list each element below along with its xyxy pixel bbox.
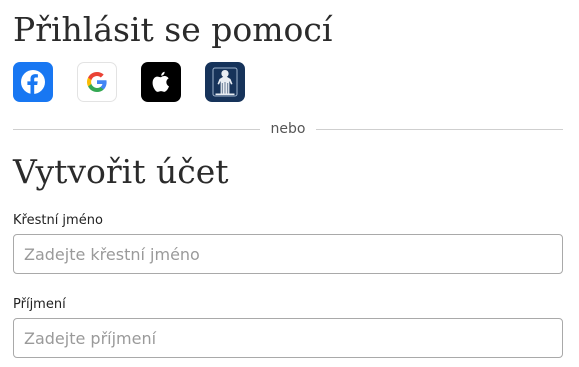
last-name-label: Příjmení: [13, 297, 66, 312]
apple-icon: [152, 71, 169, 92]
google-icon: [87, 72, 107, 92]
first-name-input[interactable]: [13, 234, 563, 274]
apple-login-button[interactable]: [141, 62, 181, 102]
first-name-label: Křestní jméno: [13, 213, 103, 228]
last-name-input[interactable]: [13, 318, 563, 358]
or-divider: nebo: [13, 119, 564, 139]
church-logo-icon: [212, 67, 238, 97]
facebook-icon: [21, 70, 45, 94]
create-account-title: Vytvořit účet: [13, 152, 229, 191]
divider-line-left: [13, 128, 260, 130]
divider-text: nebo: [270, 121, 306, 137]
divider-line-right: [316, 128, 564, 130]
facebook-login-button[interactable]: [13, 62, 53, 102]
signin-title: Přihlásit se pomocí: [13, 10, 333, 49]
google-login-button[interactable]: [77, 62, 117, 102]
church-account-login-button[interactable]: [205, 62, 245, 102]
social-login-row: [13, 62, 245, 102]
